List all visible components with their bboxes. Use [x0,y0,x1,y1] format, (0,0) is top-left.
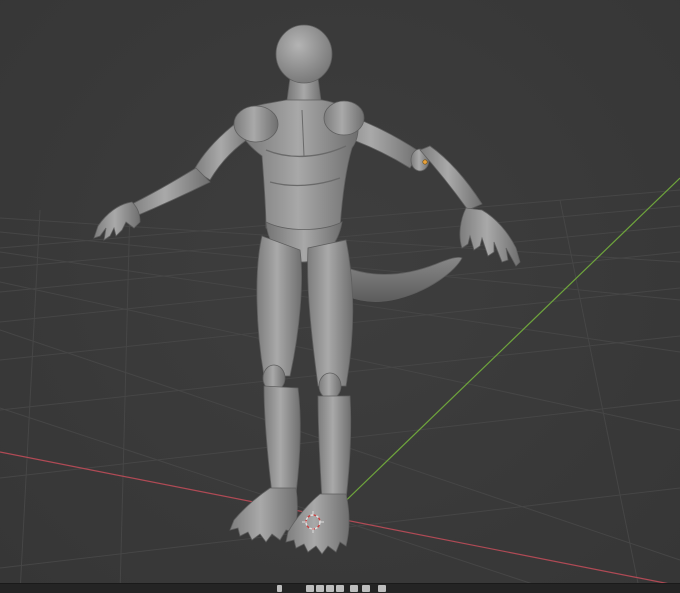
right-forearm[interactable] [419,145,483,211]
3d-viewport[interactable] [0,0,680,593]
viewport-canvas[interactable] [0,0,680,593]
timeline-prev-keyframe-icon[interactable] [316,585,324,592]
mouse-select-icon[interactable] [277,585,282,592]
right-knee[interactable] [318,372,342,400]
left-hand[interactable] [93,201,141,241]
right-thigh[interactable] [307,239,354,387]
humanoid-tail-model[interactable] [93,24,521,555]
timeline-loop-icon[interactable] [378,585,386,592]
right-shoulder[interactable] [323,100,365,136]
right-shin[interactable] [317,395,352,501]
right-hand[interactable] [459,207,521,267]
left-thigh[interactable] [256,235,302,377]
timeline-jump-start-icon[interactable] [306,585,314,592]
left-shoulder[interactable] [233,105,279,143]
timeline-jump-end-icon[interactable] [362,585,370,592]
orange-dot-icon [422,159,428,165]
head[interactable] [275,24,333,84]
timeline-play-icon[interactable] [336,585,344,592]
left-shin[interactable] [263,385,301,495]
timeline-play-reverse-icon[interactable] [326,585,334,592]
status-bar [0,583,680,593]
left-forearm[interactable] [127,167,211,217]
timeline-next-keyframe-icon[interactable] [350,585,358,592]
